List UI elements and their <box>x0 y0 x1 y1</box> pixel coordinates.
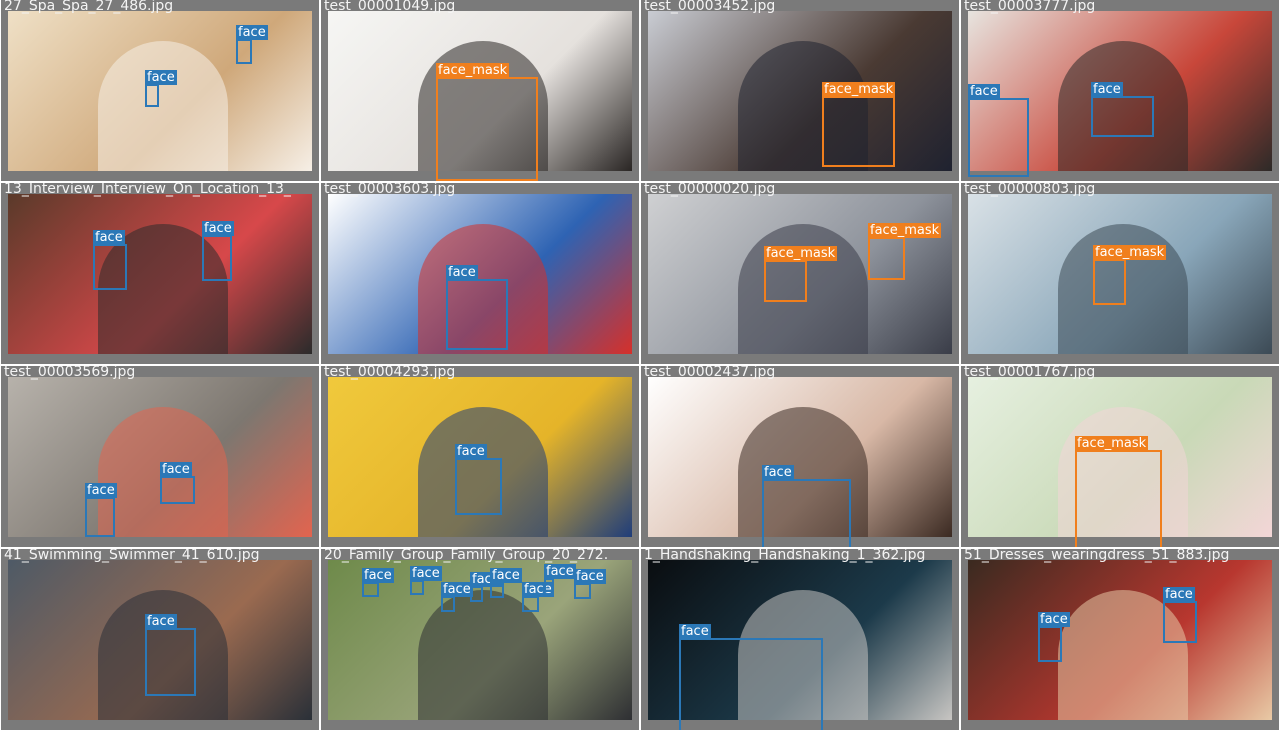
face-detection-box: face <box>236 25 268 64</box>
image-tile[interactable]: test_00003569.jpgface face <box>1 366 319 547</box>
face-detection-box: face <box>762 465 851 547</box>
detection-label: face <box>441 582 473 597</box>
photo-subject <box>98 41 228 171</box>
face-detection-box: face <box>410 566 442 595</box>
face-detection-box: face <box>93 230 127 290</box>
detection-label: face <box>93 230 125 245</box>
detection-photo <box>968 560 1272 720</box>
face-detection-box: face <box>522 582 554 612</box>
image-tile[interactable]: 20_Family_Group_Family_Group_20_272. face… <box>321 549 639 730</box>
face-detection-box: face <box>968 84 1029 177</box>
face-detection-box: face <box>441 582 473 612</box>
detection-label: face <box>679 624 711 639</box>
image-tile[interactable]: 41_Swimming_Swimmer_41_610.jpgface <box>1 549 319 730</box>
face-detection-box: face <box>470 572 502 602</box>
detection-label: face <box>362 568 394 583</box>
image-filename: 20_Family_Group_Family_Group_20_272. <box>324 549 609 563</box>
detection-label: face <box>160 462 192 477</box>
image-tile[interactable]: test_00003603.jpgface <box>321 183 639 364</box>
image-tile[interactable]: test_00003452.jpg face_mask <box>641 0 959 181</box>
image-filename: test_00003452.jpg <box>644 0 776 14</box>
face-detection-box: face <box>202 221 234 281</box>
image-filename: test_00000020.jpg <box>644 183 776 197</box>
face-detection-box: face <box>446 265 508 350</box>
detection-label: face_mask <box>764 246 838 261</box>
detection-label: face_mask <box>1093 245 1167 260</box>
image-filename: test_00004293.jpg <box>324 366 456 380</box>
detection-label: face <box>1091 82 1123 97</box>
face-mask-detection-box: face_mask <box>1093 245 1167 305</box>
detection-label: face_mask <box>822 82 896 97</box>
face-mask-detection-box: face_mask <box>764 246 838 302</box>
detection-photo <box>648 11 952 171</box>
detection-label: face <box>1038 612 1070 627</box>
image-filename: 51_Dresses_wearingdress_51_883.jpg <box>964 549 1230 563</box>
face-detection-box: face <box>160 462 195 504</box>
detection-label: face <box>145 614 177 629</box>
detection-label: face <box>202 221 234 236</box>
image-tile[interactable]: test_00001767.jpg face_mask <box>961 366 1279 547</box>
detection-label: face_mask <box>1075 436 1149 451</box>
image-filename: test_00000803.jpg <box>964 183 1096 197</box>
detection-label: face <box>762 465 794 480</box>
face-mask-detection-box: face_mask <box>822 82 896 167</box>
image-tile[interactable]: test_00003777.jpgface face <box>961 0 1279 181</box>
detection-label: face <box>145 70 177 85</box>
image-tile[interactable]: 1_Handshaking_Handshaking_1_362.jpgface <box>641 549 959 730</box>
image-tile[interactable]: 51_Dresses_wearingdress_51_883.jpgface fa… <box>961 549 1279 730</box>
face-detection-box: face <box>1163 587 1197 643</box>
face-detection-box: face <box>362 568 394 597</box>
image-tile[interactable]: 27_Spa_Spa_27_486.jpgface face <box>1 0 319 181</box>
detection-label: face <box>410 566 442 581</box>
detection-label: face_mask <box>436 63 510 78</box>
face-detection-box: face <box>85 483 117 537</box>
face-detection-box: face <box>145 614 196 696</box>
image-filename: test_00003777.jpg <box>964 0 1096 14</box>
face-detection-box: face <box>145 70 177 107</box>
image-tile[interactable]: test_00000803.jpg face_mask <box>961 183 1279 364</box>
face-detection-box: face <box>574 569 606 599</box>
image-tile[interactable]: test_00001049.jpg face_mask <box>321 0 639 181</box>
detection-label: face <box>455 444 487 459</box>
image-filename: test_00003603.jpg <box>324 183 456 197</box>
image-grid: 27_Spa_Spa_27_486.jpg face face test_000010… <box>0 0 1280 732</box>
detection-label: face <box>544 564 576 579</box>
face-mask-detection-box: face_mask <box>1075 436 1162 547</box>
detection-label: face <box>85 483 117 498</box>
image-filename: 1_Handshaking_Handshaking_1_362.jpg <box>644 549 926 563</box>
face-detection-box: face <box>544 564 576 592</box>
image-tile[interactable]: test_00004293.jpgface <box>321 366 639 547</box>
detection-photo <box>8 194 312 354</box>
face-detection-box: face <box>490 568 522 598</box>
image-filename: 41_Swimming_Swimmer_41_610.jpg <box>4 549 260 563</box>
image-filename: test_00003569.jpg <box>4 366 136 380</box>
image-tile[interactable]: 13_Interview_Interview_On_Location_13_fa… <box>1 183 319 364</box>
detection-label: face <box>968 84 1000 99</box>
detection-label: face <box>1163 587 1195 602</box>
detection-photo <box>8 377 312 537</box>
face-detection-box: face <box>679 624 823 730</box>
image-filename: test_00001767.jpg <box>964 366 1096 380</box>
detection-label: face <box>574 569 606 584</box>
image-tile[interactable]: test_00002437.jpgface <box>641 366 959 547</box>
image-filename: test_00001049.jpg <box>324 0 456 14</box>
image-tile[interactable]: test_00000020.jpg face_mask face_mask <box>641 183 959 364</box>
image-filename: 27_Spa_Spa_27_486.jpg <box>4 0 174 14</box>
face-mask-detection-box: face_mask <box>436 63 538 181</box>
image-filename: test_00002437.jpg <box>644 366 776 380</box>
detection-label: face <box>490 568 522 583</box>
image-filename: 13_Interview_Interview_On_Location_13_ <box>4 183 291 197</box>
detection-label: face_mask <box>868 223 942 238</box>
face-detection-box: face <box>1091 82 1154 137</box>
face-mask-detection-box: face_mask <box>868 223 942 280</box>
detection-label: face <box>446 265 478 280</box>
face-detection-box: face <box>455 444 502 515</box>
detection-label: face <box>236 25 268 40</box>
face-detection-box: face <box>1038 612 1070 662</box>
